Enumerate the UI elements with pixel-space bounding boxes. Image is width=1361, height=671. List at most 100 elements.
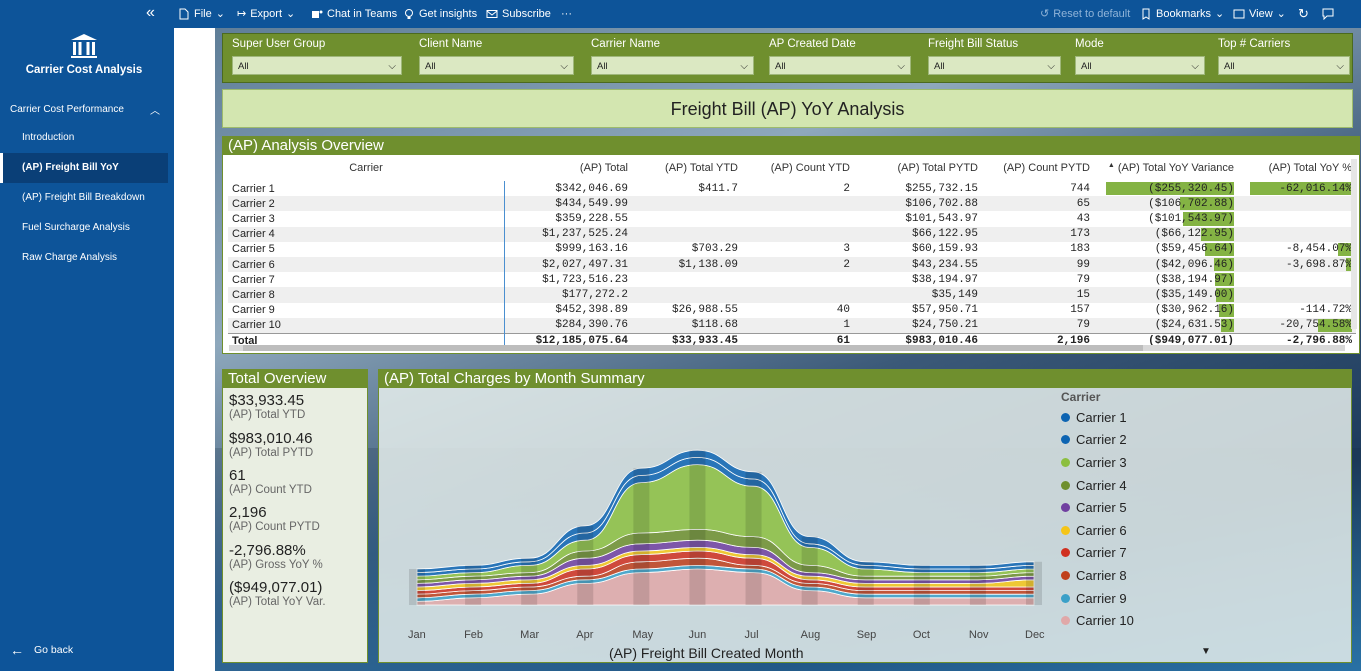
month-column[interactable] <box>745 471 762 605</box>
bookmarks-menu[interactable]: Bookmarks ⌄ <box>1140 7 1224 21</box>
chevron-down-icon: ⌵ <box>1047 61 1055 72</box>
legend-label: Carrier 9 <box>1076 590 1127 606</box>
month-column[interactable] <box>409 569 425 605</box>
x-tick-label: Aug <box>800 629 821 641</box>
yoy-cell: -3,698.87% <box>1238 256 1356 273</box>
month-column[interactable] <box>913 565 930 605</box>
mode-dropdown[interactable]: All ⌵ <box>1075 56 1205 75</box>
chevron-down-icon[interactable]: ▼ <box>1201 646 1211 657</box>
yoy-value: -62,016.14% <box>1279 182 1352 195</box>
carrier-name-cell: Carrier 10 <box>228 317 505 334</box>
legend-item[interactable]: Carrier 8 <box>1061 564 1134 587</box>
nav-item-freight-bill-breakdown[interactable]: (AP) Freight Bill Breakdown <box>0 183 168 213</box>
month-column[interactable] <box>801 536 818 605</box>
legend-item[interactable]: Carrier 5 <box>1061 496 1134 519</box>
window-icon <box>1233 9 1245 19</box>
view-menu[interactable]: View ⌄ <box>1233 7 1286 21</box>
legend-item[interactable]: Carrier 2 <box>1061 429 1134 452</box>
column-header[interactable]: Carrier <box>228 155 504 181</box>
legend-label: Carrier 2 <box>1076 432 1127 448</box>
nav-item-raw-charge-analysis[interactable]: Raw Charge Analysis <box>0 243 168 273</box>
month-column[interactable] <box>465 565 482 605</box>
nav-item-introduction[interactable]: Introduction <box>0 123 168 153</box>
column-header-sorted[interactable]: ▲ (AP) Total YoY Variance <box>1094 155 1238 181</box>
month-column[interactable] <box>857 561 874 605</box>
yoy-cell <box>1238 272 1356 287</box>
ap-created-date-dropdown[interactable]: All ⌵ <box>769 56 911 75</box>
column-header[interactable]: (AP) Total YoY % <box>1238 155 1356 181</box>
month-column[interactable] <box>633 468 650 605</box>
month-column[interactable] <box>969 565 986 605</box>
scrollbar-thumb[interactable] <box>243 345 1143 351</box>
file-menu[interactable]: File ⌄ <box>178 7 225 21</box>
go-back-button[interactable]: ← Go back <box>10 642 73 658</box>
carrier-name-cell: Carrier 9 <box>228 302 505 318</box>
legend-marker <box>1061 570 1070 580</box>
table-row[interactable]: Carrier 4 $1,237,525.24 $66,122.95 173 ($66,… <box>228 226 1356 242</box>
cell <box>632 211 742 226</box>
month-column[interactable] <box>689 450 706 605</box>
cell: 2 <box>843 182 850 195</box>
chevron-down-icon: ⌄ <box>1215 8 1225 20</box>
vertical-scrollbar[interactable] <box>1351 159 1357 329</box>
table-row[interactable]: Carrier 3 $359,228.55 $101,543.97 43 ($101,5… <box>228 211 1356 227</box>
client-name-dropdown[interactable]: All ⌵ <box>419 56 574 75</box>
month-column[interactable] <box>521 558 538 605</box>
table-row[interactable]: Carrier 2 $434,549.99 $106,702.88 65 ($106,7… <box>228 196 1356 212</box>
table-row[interactable]: Carrier 1 $342,046.69 $411.7 2 $255,732.15 74… <box>228 181 1356 197</box>
table-row[interactable]: Carrier 10 $284,390.76 $118.68 1 $24,750.21 7… <box>228 317 1356 334</box>
cell <box>742 196 854 212</box>
reset-to-default-button[interactable]: ↺ Reset to default <box>1040 7 1130 21</box>
collapse-nav-icon[interactable]: « <box>146 4 155 22</box>
column-header[interactable]: (AP) Count PYTD <box>982 155 1094 181</box>
variance-value: ($106,702.88) <box>1148 197 1234 210</box>
legend-item[interactable]: Carrier 7 <box>1061 542 1134 565</box>
nav-section-header[interactable]: Carrier Cost Performance ︿ <box>10 102 160 117</box>
super-user-group-dropdown[interactable]: All ⌵ <box>232 56 402 75</box>
table-row[interactable]: Carrier 7 $1,723,516.23 $38,194.97 79 ($38,1… <box>228 272 1356 288</box>
nav-item-fuel-surcharge-analysis[interactable]: Fuel Surcharge Analysis <box>0 213 168 243</box>
nav-item-freight-bill-yoy[interactable]: (AP) Freight Bill YoY <box>0 153 168 183</box>
table-row[interactable]: Carrier 8 $177,272.2 $35,149 15 ($35,149.00) <box>228 287 1356 303</box>
subscribe-button[interactable]: Subscribe <box>486 7 551 21</box>
cell: 79 <box>1076 273 1090 286</box>
carrier-name-dropdown[interactable]: All ⌵ <box>591 56 754 75</box>
legend-item[interactable]: Carrier 3 <box>1061 451 1134 474</box>
column-header[interactable]: (AP) Total YTD <box>632 155 742 181</box>
slicer-super-user-group: Super User Group All ⌵ <box>232 38 402 75</box>
chat-in-teams-button[interactable]: Chat in Teams <box>311 7 397 21</box>
legend-item[interactable]: Carrier 9 <box>1061 587 1134 610</box>
carrier-name-cell: Carrier 6 <box>228 256 505 273</box>
yoy-cell: -20,754.58% <box>1238 317 1356 334</box>
month-column[interactable] <box>1026 561 1042 605</box>
variance-value: ($101,543.97) <box>1148 212 1234 225</box>
carrier-name-cell: Carrier 3 <box>228 211 505 227</box>
more-options-button[interactable]: ··· <box>561 7 572 21</box>
column-header[interactable]: (AP) Count YTD <box>742 155 854 181</box>
variance-cell: ($38,194.97) <box>1094 272 1238 287</box>
legend-label: Carrier 3 <box>1076 454 1127 470</box>
yoy-value: -114.72% <box>1299 304 1352 317</box>
legend-item[interactable]: Carrier 4 <box>1061 474 1134 497</box>
get-insights-button[interactable]: Get insights <box>403 7 477 21</box>
cell: 43 <box>1076 212 1090 225</box>
refresh-icon[interactable]: ↻ <box>1298 7 1309 21</box>
cell: 173 <box>982 226 1094 242</box>
export-menu[interactable]: ↦ Export ⌄ <box>237 7 295 21</box>
comment-icon[interactable] <box>1322 7 1334 21</box>
cell: $255,732.15 <box>905 182 978 195</box>
freight-bill-status-dropdown[interactable]: All ⌵ <box>928 56 1061 75</box>
legend-item[interactable]: Carrier 1 <box>1061 406 1134 429</box>
top-carriers-dropdown[interactable]: All ⌵ <box>1218 56 1350 75</box>
month-column[interactable] <box>577 525 594 605</box>
file-icon <box>179 8 189 20</box>
legend-item[interactable]: Carrier 6 <box>1061 519 1134 542</box>
horizontal-scrollbar[interactable] <box>229 345 1345 351</box>
table-row[interactable]: Carrier 6 $2,027,497.31 $1,138.09 2 $43,234.… <box>228 256 1356 273</box>
column-header[interactable]: (AP) Total PYTD <box>854 155 982 181</box>
table-row[interactable]: Carrier 9 $452,398.89 $26,988.55 40 $57,950.… <box>228 302 1356 318</box>
legend-item[interactable]: Carrier 10 <box>1061 609 1134 632</box>
column-header[interactable]: (AP) Total <box>504 155 632 181</box>
table-row[interactable]: Carrier 5 $999,163.16 $703.29 3 $60,159.93 18… <box>228 241 1356 257</box>
panel-title: (AP) Total Charges by Month Summary <box>379 370 1351 388</box>
